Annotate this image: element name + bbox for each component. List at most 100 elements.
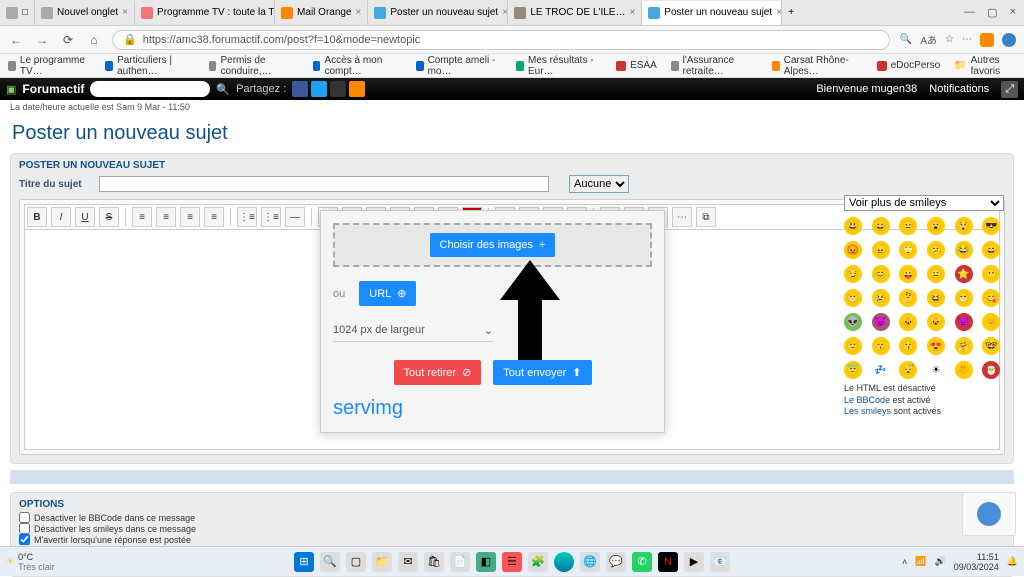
hr-button[interactable]: — bbox=[285, 207, 305, 227]
rss-icon[interactable] bbox=[349, 81, 365, 97]
smiley-item[interactable]: 😎 bbox=[982, 217, 1000, 235]
app-icon[interactable]: 💬 bbox=[606, 552, 626, 572]
extension-icon[interactable] bbox=[980, 33, 994, 47]
system-tray[interactable]: ˄ 📶 🔊 11:5109/03/2024 🔔 bbox=[902, 552, 1018, 572]
smiley-item[interactable]: 😲 bbox=[955, 217, 973, 235]
tab-5[interactable]: LE TROC DE L'ILE…× bbox=[508, 1, 642, 25]
zoom-indicator[interactable]: 🔍 bbox=[900, 34, 912, 45]
bookmark-item[interactable]: Particuliers | authen… bbox=[105, 55, 194, 77]
smiley-item[interactable]: 😄 bbox=[982, 241, 1000, 259]
smiley-item[interactable]: 😶 bbox=[982, 265, 1000, 283]
bookmark-item[interactable]: eDocPerso bbox=[877, 60, 940, 71]
doc-icon[interactable]: 📄 bbox=[450, 552, 470, 572]
minimize-icon[interactable]: — bbox=[964, 6, 975, 19]
reload-icon[interactable]: ⟳ bbox=[60, 32, 76, 48]
smiley-item[interactable]: 😛 bbox=[899, 265, 917, 283]
smiley-item[interactable]: 😍 bbox=[927, 337, 945, 355]
strike-button[interactable]: S bbox=[99, 207, 119, 227]
bookmark-item[interactable]: Carsat Rhône-Alpes… bbox=[772, 55, 863, 77]
smiley-item[interactable]: 😀 bbox=[872, 217, 890, 235]
whatsapp-icon[interactable]: ✆ bbox=[632, 552, 652, 572]
smiley-item[interactable]: 😃 bbox=[844, 217, 862, 235]
tab-4[interactable]: Poster un nouveau sujet× bbox=[368, 1, 508, 25]
smiley-item[interactable]: 😂 bbox=[955, 241, 973, 259]
app-icon[interactable]: ◧ bbox=[476, 552, 496, 572]
send-all-button[interactable]: Tout envoyer⬆ bbox=[493, 360, 591, 385]
close-window-icon[interactable]: × bbox=[1010, 6, 1016, 19]
app-icon[interactable]: 📧 bbox=[710, 552, 730, 572]
mail-icon[interactable]: ✉ bbox=[398, 552, 418, 572]
bookmark-item[interactable]: Accès à mon compt… bbox=[313, 55, 402, 77]
facebook-icon[interactable] bbox=[292, 81, 308, 97]
tab-1[interactable]: Nouvel onglet× bbox=[35, 1, 135, 25]
smiley-item[interactable]: 😐 bbox=[899, 217, 917, 235]
url-button[interactable]: URL⊕ bbox=[359, 281, 416, 306]
smiley-item[interactable]: 😬 bbox=[844, 289, 862, 307]
smiley-item[interactable]: 😕 bbox=[927, 241, 945, 259]
tray-chevron-icon[interactable]: ˄ bbox=[902, 557, 907, 567]
width-select[interactable]: 1024 px de largeur⌄ bbox=[333, 320, 493, 342]
smiley-item[interactable]: 🙂 bbox=[844, 337, 862, 355]
align-justify-button[interactable]: ≡ bbox=[204, 207, 224, 227]
maximize-icon[interactable]: ▢ bbox=[987, 6, 997, 19]
smiley-item[interactable]: 🐥 bbox=[955, 361, 973, 379]
app-icon[interactable]: ▶ bbox=[684, 552, 704, 572]
align-left-button[interactable]: ≡ bbox=[132, 207, 152, 227]
extension-icon-2[interactable] bbox=[1002, 33, 1016, 47]
subject-input[interactable] bbox=[99, 176, 549, 192]
bookmark-item[interactable]: Compte ameli - mo… bbox=[416, 55, 502, 77]
smiley-item[interactable]: 🤓 bbox=[982, 337, 1000, 355]
tab-6-active[interactable]: Poster un nouveau sujet× bbox=[642, 1, 782, 25]
bookmark-item[interactable]: Permis de conduire,… bbox=[209, 55, 299, 77]
at-icon[interactable] bbox=[330, 81, 346, 97]
tab-2[interactable]: Programme TV : toute la T…× bbox=[135, 1, 275, 25]
weather-widget[interactable]: ☀ 0°CTrès clair bbox=[6, 552, 55, 572]
smiley-item[interactable]: 💤 bbox=[872, 361, 890, 379]
smileys-link[interactable]: Les smileys bbox=[844, 406, 891, 416]
list-ol-button[interactable]: ⋮≡ bbox=[261, 207, 281, 227]
url-input[interactable]: 🔒 https://amc38.forumactif.com/post?f=10… bbox=[112, 30, 890, 50]
icon-select[interactable]: Aucune bbox=[569, 175, 629, 193]
servimg-brand[interactable]: servimg bbox=[333, 397, 652, 420]
smiley-item[interactable]: 🐱 bbox=[899, 313, 917, 331]
smiley-item[interactable]: 🤗 bbox=[955, 337, 973, 355]
favorite-icon[interactable]: ☆ bbox=[945, 34, 954, 45]
bookmark-item[interactable]: Mes résultats - Eur… bbox=[516, 55, 602, 77]
bold-button[interactable]: B bbox=[27, 207, 47, 227]
welcome-user[interactable]: Bienvenue mugen38 bbox=[816, 83, 917, 95]
smiley-item[interactable]: 😺 bbox=[927, 313, 945, 331]
underline-button[interactable]: U bbox=[75, 207, 95, 227]
close-icon[interactable]: × bbox=[776, 7, 782, 18]
option-disable-bbcode[interactable]: Désactiver le BBCode dans ce message bbox=[19, 512, 1005, 523]
more2-button[interactable]: ⋯ bbox=[672, 207, 692, 227]
chrome-icon[interactable]: 🌐 bbox=[580, 552, 600, 572]
close-icon[interactable]: × bbox=[502, 7, 508, 18]
close-icon[interactable]: × bbox=[356, 7, 362, 18]
list-ul-button[interactable]: ⋮≡ bbox=[237, 207, 257, 227]
home-icon[interactable]: ⌂ bbox=[86, 32, 102, 48]
store-icon[interactable]: 🛍 bbox=[424, 552, 444, 572]
start-button[interactable]: ⊞ bbox=[294, 552, 314, 572]
smiley-item[interactable]: 👿 bbox=[955, 313, 973, 331]
smiley-item[interactable]: 😈 bbox=[872, 313, 890, 331]
italic-button[interactable]: I bbox=[51, 207, 71, 227]
smiley-item[interactable]: 😙 bbox=[872, 337, 890, 355]
smiley-item[interactable]: 👽 bbox=[844, 313, 862, 331]
bookmark-item[interactable]: Le programme TV… bbox=[8, 55, 91, 77]
tab-app[interactable]: □ bbox=[0, 1, 35, 25]
smiley-item[interactable]: 😑 bbox=[927, 265, 945, 283]
smiley-item[interactable]: 😊 bbox=[872, 265, 890, 283]
task-view-button[interactable]: ▢ bbox=[346, 552, 366, 572]
smiley-item[interactable]: 😮 bbox=[927, 217, 945, 235]
volume-icon[interactable]: 🔊 bbox=[935, 556, 946, 567]
app-icon[interactable]: 🧩 bbox=[528, 552, 548, 572]
option-notify-reply[interactable]: M'avertir lorsqu'une réponse est postée bbox=[19, 534, 1005, 545]
smiley-item[interactable]: 😴 bbox=[899, 361, 917, 379]
twitter-icon[interactable] bbox=[311, 81, 327, 97]
translate-icon[interactable]: Aあ bbox=[920, 32, 937, 47]
bbcode-link[interactable]: Le BBCode bbox=[844, 395, 890, 405]
tab-3[interactable]: Mail Orange× bbox=[275, 1, 368, 25]
smileys-select[interactable]: Voir plus de smileys bbox=[844, 195, 1004, 211]
search-button[interactable]: 🔍 bbox=[320, 552, 340, 572]
smiley-item[interactable]: 😏 bbox=[844, 265, 862, 283]
